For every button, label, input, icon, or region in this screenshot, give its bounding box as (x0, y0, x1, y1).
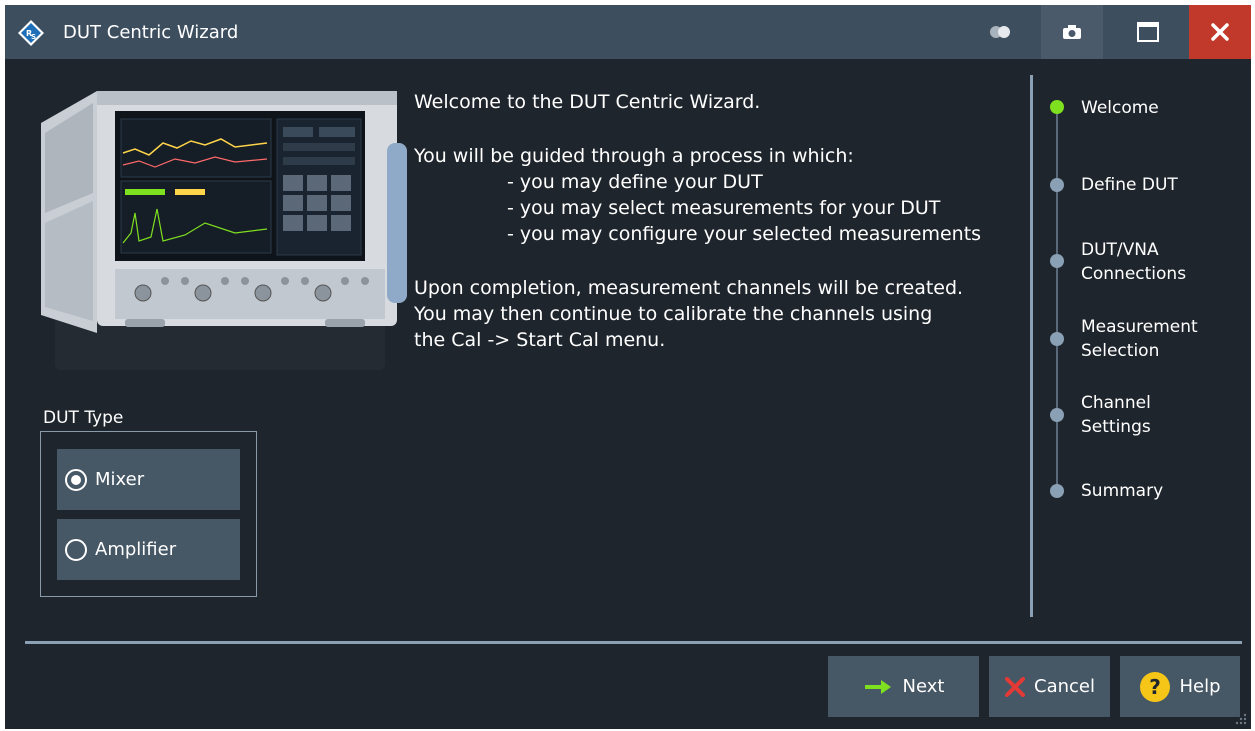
close-button[interactable] (1189, 5, 1251, 59)
resize-grip-icon[interactable] (1235, 713, 1247, 725)
step-connector (1056, 107, 1058, 179)
step-measurement-selection[interactable]: Measurement Selection (1081, 315, 1198, 363)
step-connector (1056, 339, 1058, 409)
wizard-window: R S DUT Centric Wizard Welcome to the DU… (5, 5, 1251, 729)
svg-text:S: S (31, 33, 36, 41)
step-measurement-selection-icon (1050, 332, 1064, 346)
welcome-bullet: - you may select measurements for your D… (507, 197, 941, 219)
welcome-text: Welcome to the DUT Centric Wizard. You w… (414, 89, 1024, 353)
steps-divider (1030, 75, 1033, 617)
radio-selected-icon (65, 468, 87, 491)
welcome-heading: Welcome to the DUT Centric Wizard. (414, 91, 761, 113)
completion-text: You may then continue to calibrate the c… (414, 303, 933, 325)
help-label: Help (1179, 676, 1221, 697)
step-summary[interactable]: Summary (1081, 479, 1163, 503)
dut-type-label: DUT Type (43, 408, 124, 428)
next-label: Next (902, 676, 945, 697)
step-connector (1056, 261, 1058, 333)
arrow-right-icon (864, 679, 891, 694)
maximize-icon (1137, 22, 1159, 42)
welcome-bullet: - you may define your DUT (507, 171, 763, 193)
cancel-x-icon (1005, 676, 1025, 697)
welcome-intro: You will be guided through a process in … (414, 145, 854, 167)
help-button[interactable]: ? Help (1120, 656, 1240, 717)
cancel-button[interactable]: Cancel (989, 656, 1110, 717)
next-button[interactable]: Next (828, 656, 979, 717)
step-welcome[interactable]: Welcome (1081, 96, 1159, 120)
step-channel-settings[interactable]: Channel Settings (1081, 391, 1151, 439)
dut-type-group: Mixer Amplifier (40, 431, 257, 597)
step-welcome-active-icon (1050, 100, 1064, 114)
step-connector (1056, 185, 1058, 255)
camera-icon (1063, 25, 1081, 39)
radio-label: Mixer (95, 469, 145, 490)
step-dut-vna-connections[interactable]: DUT/VNA Connections (1081, 238, 1186, 286)
radio-unselected-icon (65, 538, 87, 561)
window-title: DUT Centric Wizard (63, 22, 239, 43)
display-toggle-icon (990, 26, 1010, 38)
dut-type-amplifier-radio[interactable]: Amplifier (57, 519, 240, 580)
step-define-dut[interactable]: Define DUT (1081, 173, 1178, 197)
dut-type-mixer-radio[interactable]: Mixer (57, 449, 240, 510)
step-define-dut-icon (1050, 178, 1064, 192)
maximize-button[interactable] (1117, 5, 1179, 59)
display-toggle-button[interactable] (973, 5, 1029, 59)
screenshot-button[interactable] (1041, 5, 1103, 59)
step-channel-settings-icon (1050, 408, 1064, 422)
help-icon: ? (1140, 671, 1171, 702)
close-icon (1211, 23, 1229, 41)
completion-text: Upon completion, measurement channels wi… (414, 277, 964, 299)
welcome-bullet: - you may configure your selected measur… (507, 223, 982, 245)
vna-instrument-image (41, 91, 407, 370)
cancel-label: Cancel (1034, 676, 1095, 697)
radio-label: Amplifier (95, 539, 177, 560)
step-connections-icon (1050, 254, 1064, 268)
step-connector (1056, 415, 1058, 489)
completion-text: the Cal -> Start Cal menu. (414, 329, 666, 351)
step-summary-icon (1050, 484, 1064, 498)
rohde-schwarz-logo-icon: R S (18, 20, 44, 46)
footer-divider (25, 641, 1242, 644)
svg-text:?: ? (1150, 675, 1162, 699)
title-bar[interactable]: R S DUT Centric Wizard (5, 5, 1251, 59)
